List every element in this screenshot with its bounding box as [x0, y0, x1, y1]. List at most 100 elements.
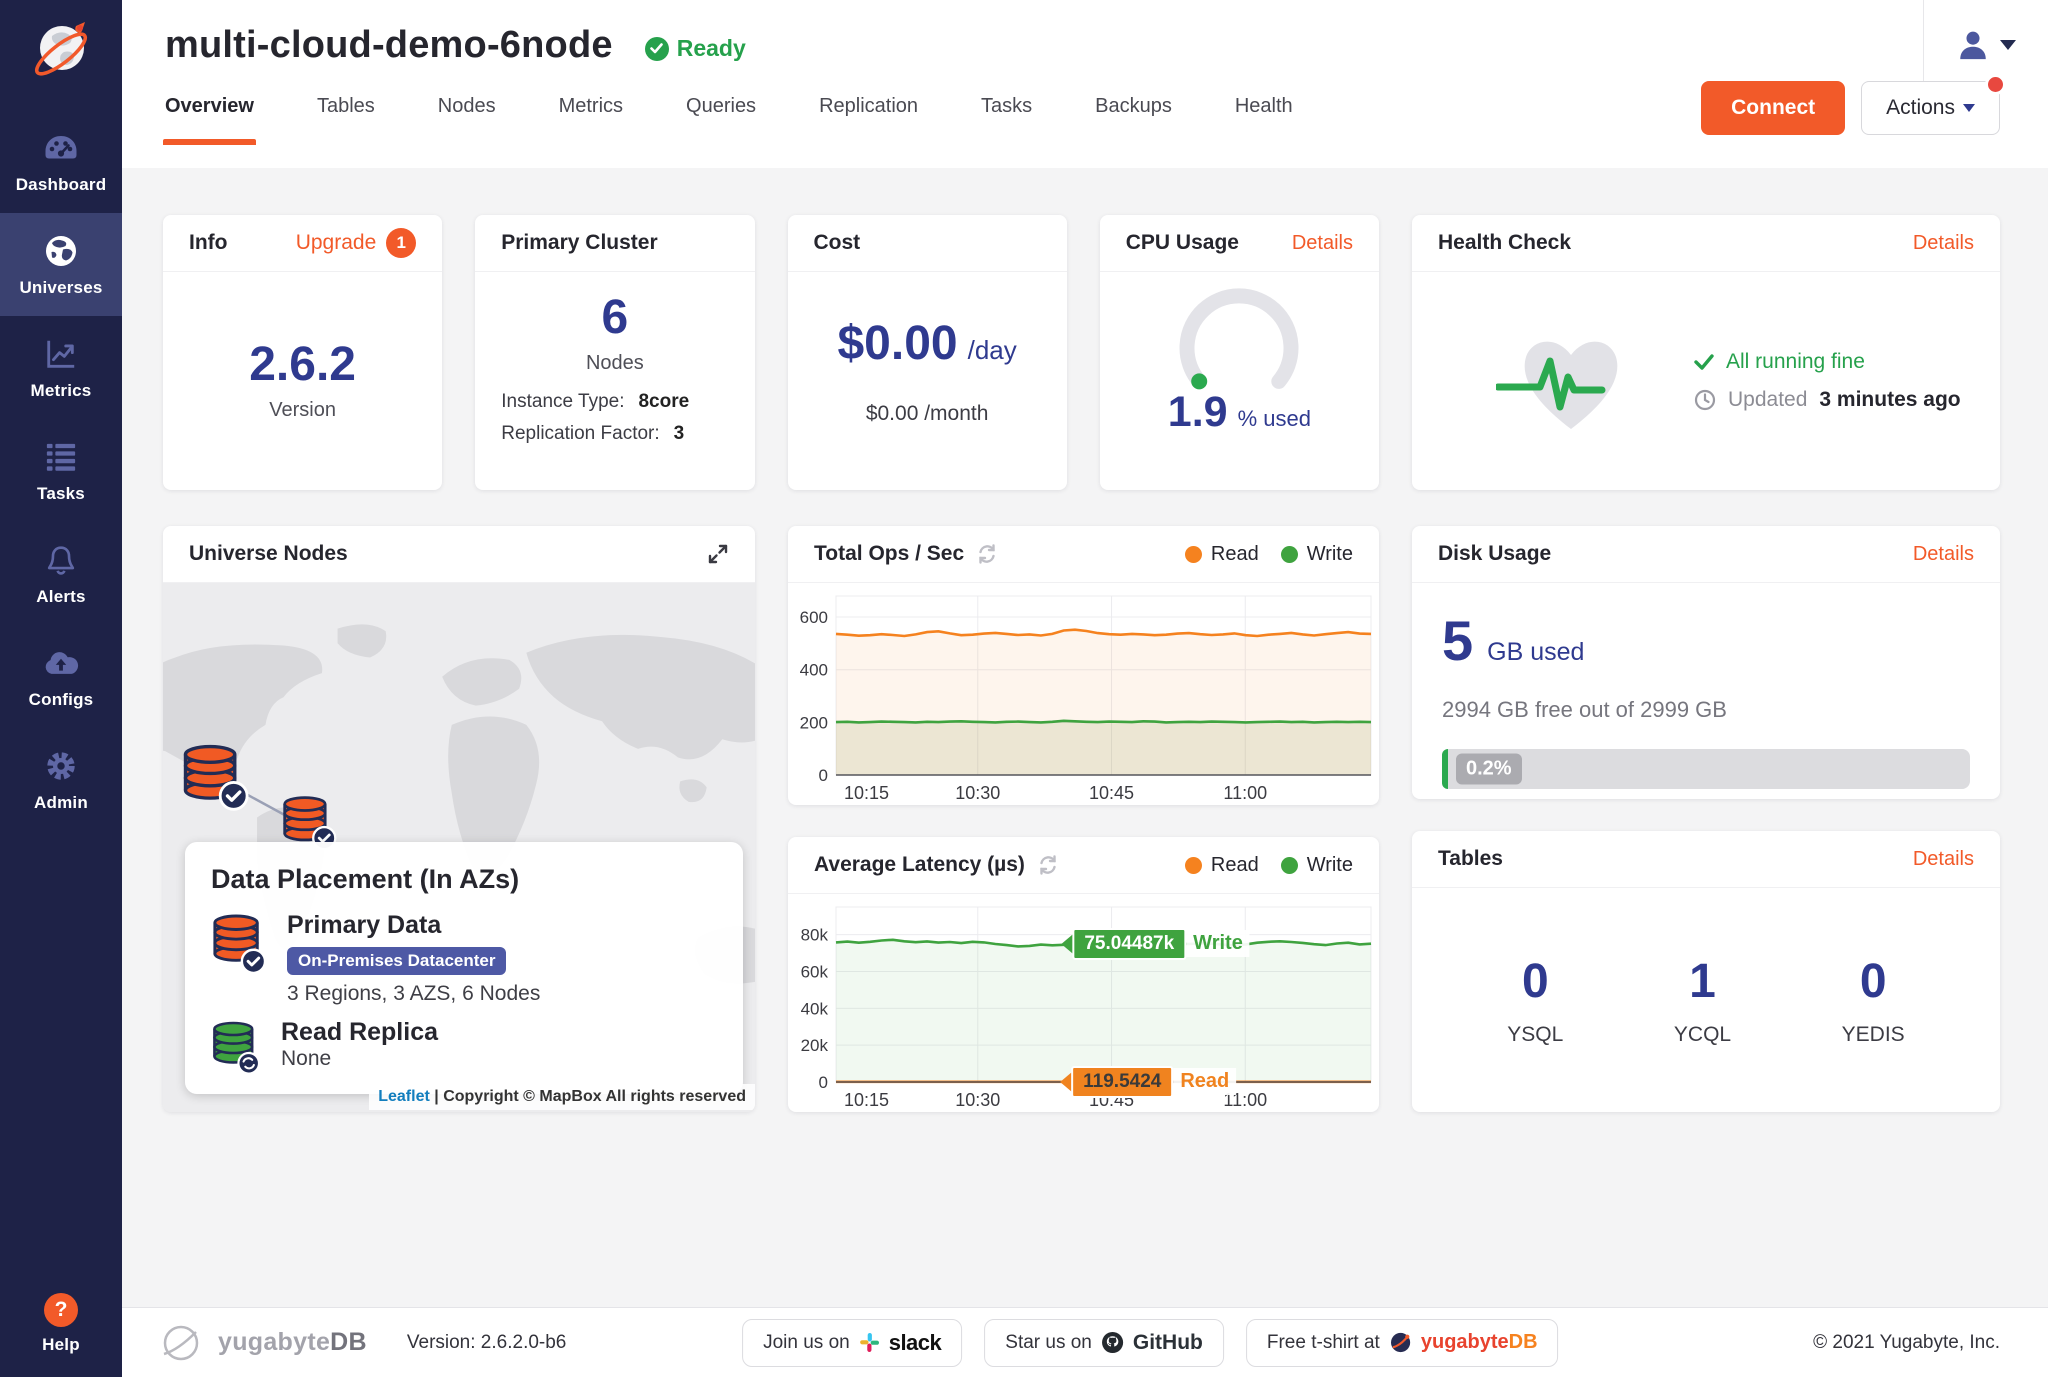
- yugabyte-label: yugabyteDB: [1421, 1331, 1538, 1354]
- health-updated-row: Updated 3 minutes ago: [1694, 388, 1961, 412]
- svg-text:200: 200: [800, 713, 828, 732]
- sidebar-item-label: Metrics: [31, 381, 92, 401]
- svg-text:11:00: 11:00: [1223, 783, 1267, 803]
- cost-per-month: $0.00 /month: [866, 402, 989, 426]
- help-icon: ?: [44, 1293, 78, 1327]
- sidebar-item-help[interactable]: ? Help: [0, 1275, 122, 1377]
- sidebar-item-dashboard[interactable]: Dashboard: [0, 110, 122, 213]
- tshirt-button[interactable]: Free t-shirt at yugabyteDB: [1246, 1319, 1559, 1367]
- sidebar-item-universes[interactable]: Universes: [0, 213, 122, 316]
- card-title: Cost: [814, 231, 861, 255]
- primary-data-detail: 3 Regions, 3 AZS, 6 Nodes: [287, 982, 540, 1006]
- attribution-text: | Copyright © MapBox All rights reserved: [434, 1088, 746, 1105]
- primary-db-icon: [211, 911, 265, 975]
- expand-icon[interactable]: [707, 543, 729, 565]
- admin-gear-icon: [44, 748, 78, 784]
- sidebar-item-alerts[interactable]: Alerts: [0, 522, 122, 625]
- slack-button[interactable]: Join us on slack: [742, 1319, 962, 1367]
- card-title: Disk Usage: [1438, 542, 1551, 566]
- sidebar-item-tasks[interactable]: Tasks: [0, 419, 122, 522]
- world-map[interactable]: Data Placement (In AZs): [163, 583, 755, 1112]
- cpu-value: 1.9: [1168, 388, 1228, 437]
- yugabyte-logo-icon: [24, 14, 98, 88]
- refresh-icon[interactable]: [976, 543, 998, 565]
- legend-label: Write: [1307, 543, 1353, 566]
- version-label: Version: [269, 399, 336, 422]
- tasks-icon: [44, 439, 78, 475]
- count-value: 1: [1689, 954, 1716, 1009]
- tab-tasks[interactable]: Tasks: [981, 67, 1032, 145]
- check-circle-icon: [645, 37, 669, 61]
- card-title: CPU Usage: [1126, 231, 1239, 255]
- card-title: Health Check: [1438, 231, 1571, 255]
- svg-text:10:30: 10:30: [955, 1090, 1000, 1110]
- footer-brand: yugabyteDB: [218, 1328, 367, 1357]
- upgrade-label: Upgrade: [296, 231, 377, 255]
- replica-db-icon: [211, 1018, 259, 1076]
- total-ops-card: Total Ops / Sec Read Write 020040060010:…: [788, 526, 1379, 805]
- chevron-down-icon: [2000, 40, 2016, 50]
- avg-latency-chart: 020k40k60k80k10:1510:3010:4511:0075.0448…: [788, 894, 1379, 1112]
- cpu-details-link[interactable]: Details: [1292, 232, 1353, 255]
- tab-overview[interactable]: Overview: [165, 67, 254, 145]
- data-placement-panel: Data Placement (In AZs): [185, 842, 743, 1094]
- tab-tables[interactable]: Tables: [317, 67, 375, 145]
- metrics-icon: [44, 336, 78, 372]
- clock-icon: [1694, 389, 1716, 411]
- actions-button[interactable]: Actions: [1861, 81, 2000, 135]
- universe-nodes-card: Universe Nodes: [163, 526, 755, 1112]
- health-status-row: All running fine: [1694, 350, 1961, 374]
- svg-text:10:15: 10:15: [844, 783, 889, 803]
- updated-value: 3 minutes ago: [1819, 388, 1960, 412]
- tab-nodes[interactable]: Nodes: [438, 67, 496, 145]
- ycql-count: 1 YCQL: [1674, 954, 1731, 1047]
- disk-usage-card: Disk Usage Details 5 GB used 2994 GB fre…: [1412, 526, 2000, 799]
- disk-usage-fill: [1442, 749, 1448, 789]
- tables-details-link[interactable]: Details: [1913, 848, 1974, 871]
- cpu-unit: % used: [1238, 406, 1311, 432]
- refresh-icon[interactable]: [1037, 854, 1059, 876]
- disk-details-link[interactable]: Details: [1913, 543, 1974, 566]
- sidebar-item-admin[interactable]: Admin: [0, 728, 122, 831]
- sidebar-item-metrics[interactable]: Metrics: [0, 316, 122, 419]
- map-attribution: Leaflet | Copyright © MapBox All rights …: [369, 1084, 755, 1110]
- alerts-icon: [44, 542, 78, 578]
- chart-legend: Read Write: [1185, 543, 1353, 566]
- svg-text:600: 600: [800, 608, 828, 627]
- cost-per-day: $0.00: [837, 320, 957, 368]
- connect-button[interactable]: Connect: [1701, 81, 1845, 135]
- tab-queries[interactable]: Queries: [686, 67, 756, 145]
- tab-replication[interactable]: Replication: [819, 67, 918, 145]
- sidebar-item-configs[interactable]: Configs: [0, 625, 122, 728]
- cost-card: Cost $0.00 /day $0.00 /month: [788, 215, 1067, 490]
- notification-dot: [1985, 74, 2006, 95]
- github-button[interactable]: Star us on GitHub: [984, 1319, 1224, 1367]
- page-title: multi-cloud-demo-6node: [165, 24, 613, 67]
- status-text: Ready: [677, 35, 746, 62]
- read-legend-dot: [1185, 546, 1202, 563]
- yugabyte-logo[interactable]: [0, 0, 122, 110]
- health-details-link[interactable]: Details: [1913, 232, 1974, 255]
- footer-copyright: © 2021 Yugabyte, Inc.: [1813, 1332, 2000, 1354]
- tab-metrics[interactable]: Metrics: [559, 67, 623, 145]
- card-title: Tables: [1438, 847, 1503, 871]
- legend-label: Write: [1307, 854, 1353, 877]
- sidebar-item-label: Universes: [19, 278, 102, 298]
- count-label: YCQL: [1674, 1023, 1731, 1047]
- sidebar-item-label: Configs: [29, 690, 94, 710]
- chart-legend: Read Write: [1185, 854, 1353, 877]
- replication-factor-row: Replication Factor: 3: [501, 423, 728, 445]
- chart-title: Total Ops / Sec: [814, 542, 964, 566]
- read-replica-name: Read Replica: [281, 1018, 438, 1047]
- yedis-count: 0 YEDIS: [1842, 954, 1905, 1047]
- primary-data-row: Primary Data On-Premises Datacenter 3 Re…: [211, 911, 717, 1006]
- row-value: 3: [674, 423, 685, 445]
- leaflet-link[interactable]: Leaflet: [378, 1088, 430, 1105]
- upgrade-link[interactable]: Upgrade 1: [296, 228, 417, 258]
- tab-backups[interactable]: Backups: [1095, 67, 1172, 145]
- tab-health[interactable]: Health: [1235, 67, 1293, 145]
- svg-text:400: 400: [800, 661, 828, 680]
- overview-content: Info Upgrade 1 2.6.2 Version Primary C: [122, 168, 2048, 1307]
- svg-text:10:15: 10:15: [844, 1090, 889, 1110]
- cost-unit: /day: [968, 335, 1017, 366]
